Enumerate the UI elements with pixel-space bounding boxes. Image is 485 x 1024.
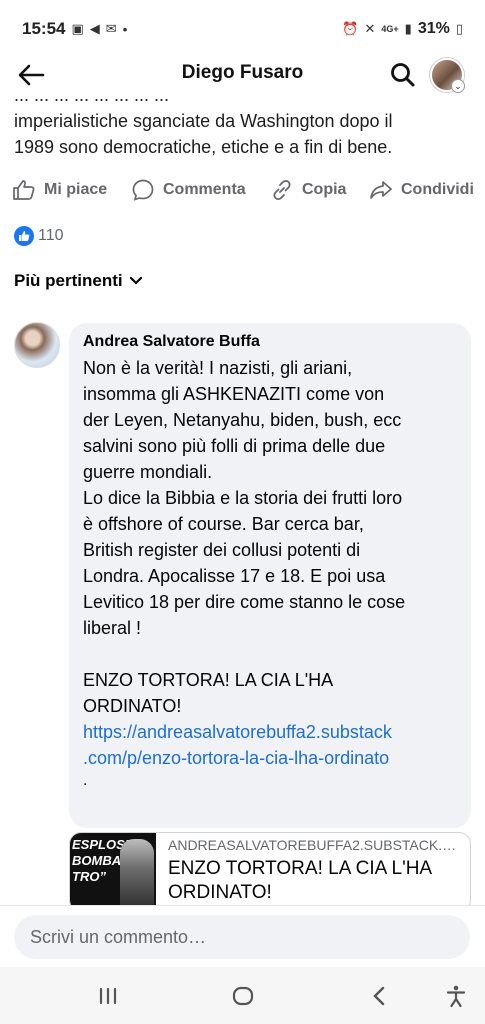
accessibility-icon [446, 985, 466, 1008]
comment-link[interactable]: https://andreasalvatorebuffa2.substack .… [83, 719, 457, 771]
chevron-down-icon [129, 276, 142, 285]
reaction-count: 110 [38, 227, 64, 244]
share-icon [370, 181, 392, 199]
like-reaction-icon [14, 226, 34, 246]
link-preview-card[interactable]: ESPLOSE BOMBA TRO” ANDREASALVATOREBUFFA2… [69, 832, 471, 912]
thumbnail-portrait [120, 839, 154, 911]
comment-sort-dropdown[interactable]: Più pertinenti [14, 271, 143, 291]
comment-trailing: . [83, 772, 88, 789]
gallery-icon: ▣ [71, 21, 84, 36]
link-preview-title: ENZO TORTORA! LA CIA L'HA ORDINATO! [168, 858, 432, 903]
back-nav-button[interactable] [364, 981, 394, 1011]
network-label: 4G+ [381, 24, 399, 34]
link-icon [273, 179, 291, 201]
link-preview-thumbnail: ESPLOSE BOMBA TRO” [70, 833, 156, 911]
comment-input-placeholder: Scrivi un commento… [30, 926, 207, 947]
share-label: Condividi [401, 181, 474, 198]
link-preview-domain: ANDREASALVATOREBUFFA2.SUBSTACK.COM [168, 837, 466, 853]
recent-apps-icon [99, 987, 117, 1005]
comment-bubble: Andrea Salvatore Buffa Non è la verità! … [69, 323, 471, 828]
post-actions: Mi piace Commenta Copia Condividi [0, 178, 485, 210]
thumbs-up-icon [13, 180, 35, 200]
sort-label: Più pertinenti [14, 271, 123, 290]
status-time: 15:54 [22, 19, 66, 38]
comment-author[interactable]: Andrea Salvatore Buffa [83, 331, 457, 353]
system-nav-bar [0, 967, 485, 1024]
share-button[interactable]: Condividi [369, 178, 474, 202]
comment-author-avatar[interactable] [14, 322, 60, 368]
home-icon [232, 986, 254, 1006]
comment-link-line: https://andreasalvatorebuffa2.substack [83, 722, 392, 742]
post-text: ... ... ... ... ... ... ... ... imperial… [14, 82, 474, 160]
recent-apps-button[interactable] [93, 981, 123, 1011]
comment-composer-bar: Scrivi un commento… [0, 905, 485, 967]
telegram-icon: ◀ [89, 21, 100, 36]
mail-icon: ✉ [105, 21, 117, 36]
battery-icon: ▯ [455, 21, 463, 36]
comment-body: Non è la verità! I nazisti, gli ariani, … [83, 358, 406, 716]
comment-link-line: .com/p/enzo-tortora-la-cia-lha-ordinato [83, 748, 390, 768]
like-label: Mi piace [44, 181, 108, 198]
dot-icon: • [122, 21, 128, 37]
comment-input[interactable]: Scrivi un commento… [14, 915, 470, 959]
copy-label: Copia [302, 181, 347, 198]
alarm-icon: ⏰ [342, 21, 359, 36]
accessibility-button[interactable] [441, 981, 471, 1011]
mute-icon: ✕ [364, 21, 376, 36]
status-left: 15:54 ▣ ◀ ✉ • [22, 19, 127, 39]
home-button[interactable] [228, 981, 258, 1011]
status-right: ⏰ ✕ 4G+ ▮ 31% ▯ [342, 20, 463, 38]
reactions-summary[interactable]: 110 [14, 226, 64, 246]
battery-label: 31% [417, 20, 450, 37]
post-text-line: 1989 sono democratiche, etiche e a fin d… [14, 137, 393, 157]
chevron-left-icon [373, 986, 385, 1006]
like-button[interactable]: Mi piace [12, 178, 107, 202]
post-text-cut-line: ... ... ... ... ... ... ... ... [14, 85, 170, 105]
signal-icon: ▮ [404, 21, 412, 36]
comment-button[interactable]: Commenta [131, 178, 246, 202]
comment-label: Commenta [163, 181, 246, 198]
post-text-line: imperialistiche sganciate da Washington … [14, 111, 393, 131]
comment-icon [132, 179, 154, 201]
copy-button[interactable]: Copia [270, 178, 346, 202]
